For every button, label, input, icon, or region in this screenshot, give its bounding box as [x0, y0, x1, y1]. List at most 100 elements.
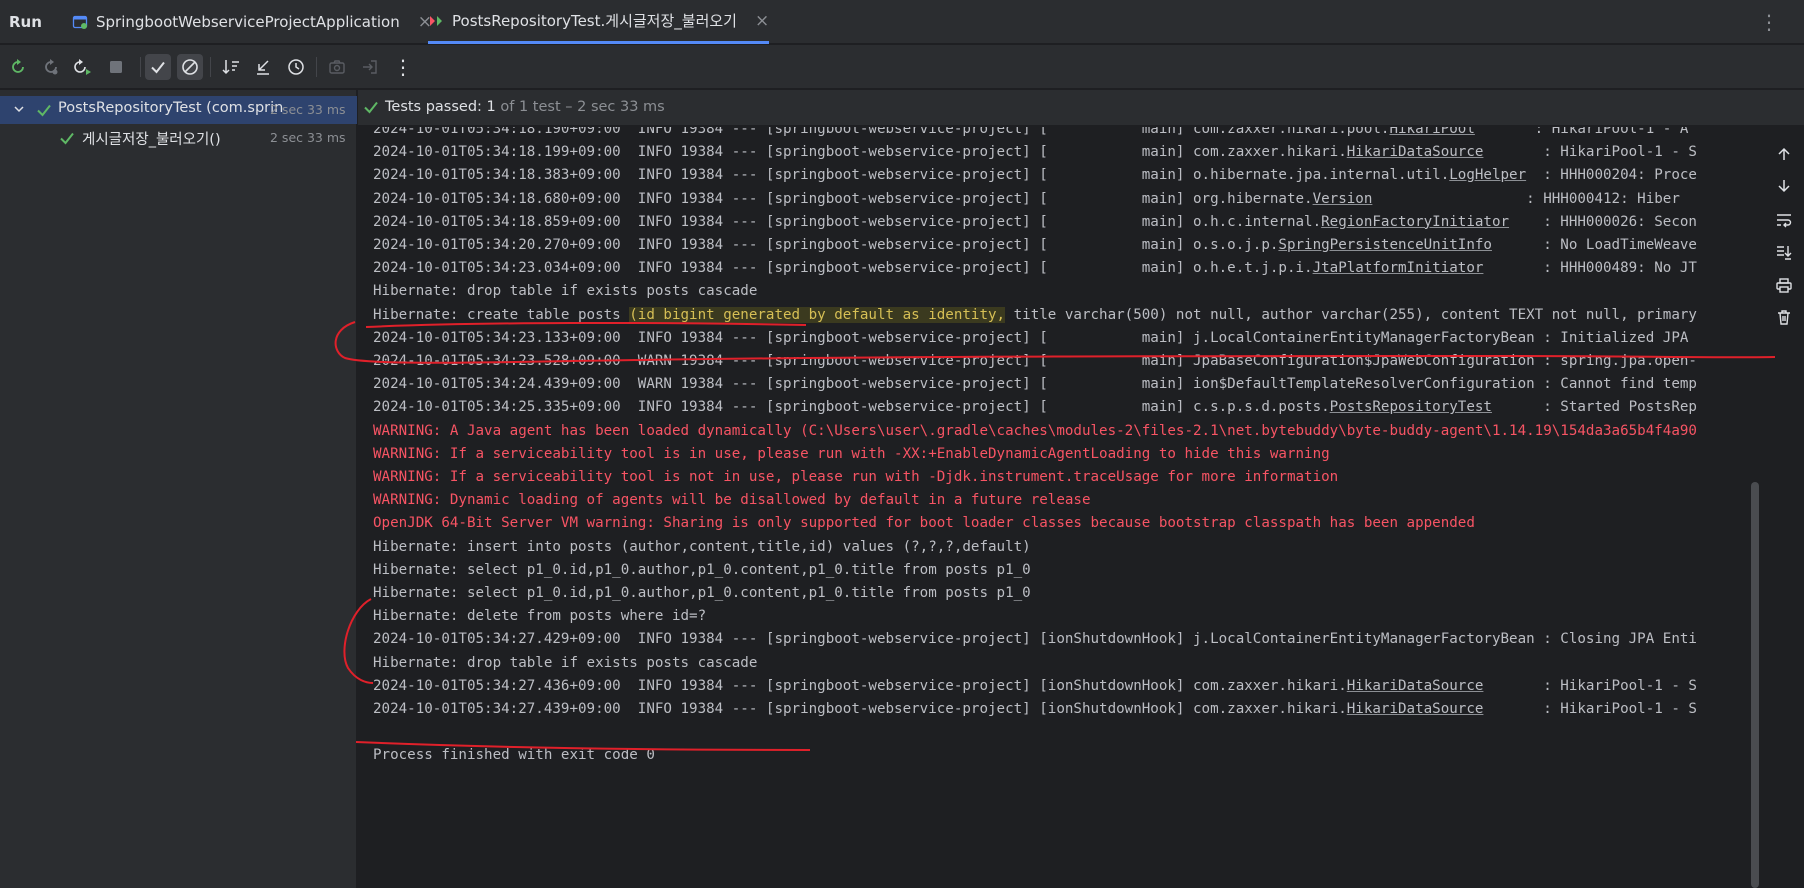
- more-icon[interactable]: ⋮: [1759, 10, 1780, 34]
- test-name: 게시글저장_불러오기(): [82, 132, 221, 148]
- run-tool-title: Run: [9, 13, 42, 31]
- console-line: 2024-10-01T05:34:27.429+09:00 INFO 19384…: [373, 627, 1697, 651]
- console-text: 2024-10-01T05:34:27.439+09:00 INFO 19384…: [373, 701, 1347, 717]
- class-link[interactable]: HikariDataSource: [1347, 701, 1484, 717]
- console-text: : HHH000489: No JT: [1483, 260, 1697, 277]
- scroll-to-end-icon[interactable]: [1774, 242, 1794, 262]
- passed-check-icon: [36, 102, 52, 122]
- toolbar-divider: [316, 57, 317, 77]
- console-text: 2024-10-01T05:34:18.383+09:00 INFO 19384…: [373, 167, 1450, 184]
- console-line: WARNING: A Java agent has been loaded dy…: [373, 422, 1697, 439]
- test-duration: 2 sec 33 ms: [270, 130, 346, 145]
- class-link[interactable]: JtaPlatformInitiator: [1313, 260, 1484, 276]
- console-line: WARNING: If a serviceability tool is not…: [373, 469, 1339, 485]
- class-link[interactable]: HikariDataSource: [1347, 678, 1484, 694]
- toolbar-divider: [210, 57, 211, 77]
- console-text: 2024-10-01T05:34:24.439+09:00 WARN 19384…: [373, 376, 1697, 393]
- console-text: : HikariPool-1 - S: [1483, 677, 1697, 694]
- soft-wrap-icon[interactable]: [1774, 210, 1794, 230]
- console-line: 2024-10-01T05:34:18.190+09:00 INFO 19384…: [373, 127, 1688, 141]
- status-text: Tests passed: 1 of 1 test – 2 sec 33 ms: [385, 99, 665, 115]
- console-text: : HHH000204: Proce: [1526, 167, 1697, 184]
- console-text: : HHH000412: Hiber: [1372, 190, 1680, 207]
- highlighted-text: (id bigint generated by default as ident…: [629, 306, 1006, 323]
- show-ignored-icon[interactable]: [177, 54, 203, 80]
- tool-window-header: Run SpringbootWebserviceProjectApplicati…: [0, 0, 1804, 44]
- tree-item-test[interactable]: 게시글저장_불러오기() 2 sec 33 ms: [0, 124, 357, 152]
- scroll-up-icon[interactable]: [1774, 144, 1794, 164]
- console-line: 2024-10-01T05:34:25.335+09:00 INFO 19384…: [373, 395, 1697, 419]
- console-line: Hibernate: drop table if exists posts ca…: [373, 283, 758, 300]
- tab-label: PostsRepositoryTest.게시글저장_불러오기: [452, 12, 737, 30]
- console-text: : HHH000026: Secon: [1509, 213, 1697, 230]
- print-icon[interactable]: [1774, 275, 1794, 295]
- console-text: 2024-10-01T05:34:27.436+09:00 INFO 19384…: [373, 677, 1347, 694]
- class-link[interactable]: RegionFactoryInitiator: [1321, 214, 1509, 230]
- console-line: 2024-10-01T05:34:18.199+09:00 INFO 19384…: [373, 140, 1697, 164]
- console-line: 2024-10-01T05:34:27.439+09:00 INFO 19384…: [373, 697, 1697, 721]
- console-text: title varchar(500) not null, author varc…: [1005, 306, 1697, 323]
- passed-check-icon: [59, 130, 75, 150]
- status-detail: of 1 test – 2 sec 33 ms: [495, 99, 665, 115]
- class-link[interactable]: LogHelper: [1449, 167, 1526, 183]
- suite-duration: 2 sec 33 ms: [270, 102, 346, 117]
- console-line: 2024-10-01T05:34:18.383+09:00 INFO 19384…: [373, 163, 1697, 187]
- console-text: 2024-10-01T05:34:18.859+09:00 INFO 19384…: [373, 213, 1322, 230]
- console-text: 2024-10-01T05:34:20.270+09:00 INFO 19384…: [373, 237, 1279, 253]
- console-text: 2024-10-01T05:34:18.199+09:00 INFO 19384…: [373, 144, 1347, 161]
- console-line: Hibernate: delete from posts where id=?: [373, 608, 707, 625]
- rerun-pipeline-icon[interactable]: [69, 54, 95, 80]
- console-text: 2024-10-01T05:34:23.133+09:00 INFO 19384…: [373, 329, 1697, 346]
- console-text: Hibernate: create table posts: [373, 306, 630, 323]
- app-config-icon: [72, 14, 88, 30]
- collapse-icon[interactable]: [250, 54, 276, 80]
- sort-icon[interactable]: [218, 54, 244, 80]
- junit-test-icon: [428, 13, 444, 29]
- console-line: 2024-10-01T05:34:18.859+09:00 INFO 19384…: [373, 210, 1697, 234]
- rerun-failed-icon[interactable]: [38, 54, 64, 80]
- console-line: Hibernate: select p1_0.id,p1_0.author,p1…: [373, 585, 1031, 601]
- test-tree: PostsRepositoryTest (com.sprin 2 sec 33 …: [0, 90, 357, 888]
- chevron-down-icon[interactable]: [12, 102, 26, 120]
- trash-icon[interactable]: [1774, 307, 1794, 327]
- console-line: 2024-10-01T05:34:20.270+09:00 INFO 19384…: [373, 233, 1697, 257]
- class-link[interactable]: Version: [1313, 191, 1373, 207]
- tab-springboot-application[interactable]: SpringbootWebserviceProjectApplication ×: [72, 0, 432, 44]
- export-icon[interactable]: [357, 54, 383, 80]
- test-runner-toolbar: ⋮: [0, 45, 1804, 89]
- console-line: Hibernate: create table posts (id bigint…: [373, 303, 1697, 327]
- more-icon[interactable]: ⋮: [390, 54, 416, 80]
- class-link[interactable]: HikariDataSource: [1347, 144, 1484, 160]
- class-link[interactable]: PostsRepositoryTest: [1330, 399, 1492, 415]
- console-scrollbar[interactable]: [1751, 482, 1759, 888]
- scroll-down-icon[interactable]: [1774, 176, 1794, 196]
- console-text: : Started PostsRep: [1491, 399, 1697, 416]
- test-status-bar: Tests passed: 1 of 1 test – 2 sec 33 ms: [358, 90, 1804, 126]
- console-text: : HikariPool-1 - S: [1483, 701, 1697, 717]
- class-link[interactable]: HikariPool: [1389, 127, 1474, 137]
- console-output[interactable]: 2024-10-01T05:34:18.190+09:00 INFO 19384…: [358, 127, 1750, 888]
- console-text: : No LoadTimeWeave: [1491, 237, 1697, 253]
- show-passed-icon[interactable]: [145, 54, 171, 80]
- console-line: 2024-10-01T05:34:23.528+09:00 WARN 19384…: [373, 349, 1697, 373]
- console-text: 2024-10-01T05:34:25.335+09:00 INFO 19384…: [373, 399, 1330, 416]
- console-line: WARNING: If a serviceability tool is in …: [373, 445, 1330, 462]
- console-line: WARNING: Dynamic loading of agents will …: [373, 492, 1091, 509]
- tab-label: SpringbootWebserviceProjectApplication: [96, 13, 400, 31]
- close-icon[interactable]: ×: [755, 11, 769, 31]
- console-text: 2024-10-01T05:34:23.034+09:00 INFO 19384…: [373, 260, 1313, 277]
- console-line: Hibernate: select p1_0.id,p1_0.author,p1…: [373, 561, 1031, 578]
- tree-item-suite[interactable]: PostsRepositoryTest (com.sprin 2 sec 33 …: [0, 96, 357, 124]
- console-line: 2024-10-01T05:34:23.133+09:00 INFO 19384…: [373, 326, 1697, 350]
- history-icon[interactable]: [283, 54, 309, 80]
- tab-posts-repository-test[interactable]: PostsRepositoryTest.게시글저장_불러오기 ×: [428, 0, 770, 44]
- status-passed: Tests passed: 1: [385, 99, 496, 115]
- console-text: 2024-10-01T05:34:18.190+09:00 INFO 19384…: [373, 127, 1390, 137]
- console-side-toolbar: [1762, 127, 1804, 888]
- console-line: 2024-10-01T05:34:27.436+09:00 INFO 19384…: [373, 674, 1697, 698]
- rerun-icon[interactable]: [5, 54, 31, 80]
- stop-icon[interactable]: [103, 54, 129, 80]
- screenshot-icon[interactable]: [324, 54, 350, 80]
- console-line: 2024-10-01T05:34:23.034+09:00 INFO 19384…: [373, 256, 1697, 280]
- class-link[interactable]: SpringPersistenceUnitInfo: [1278, 237, 1492, 253]
